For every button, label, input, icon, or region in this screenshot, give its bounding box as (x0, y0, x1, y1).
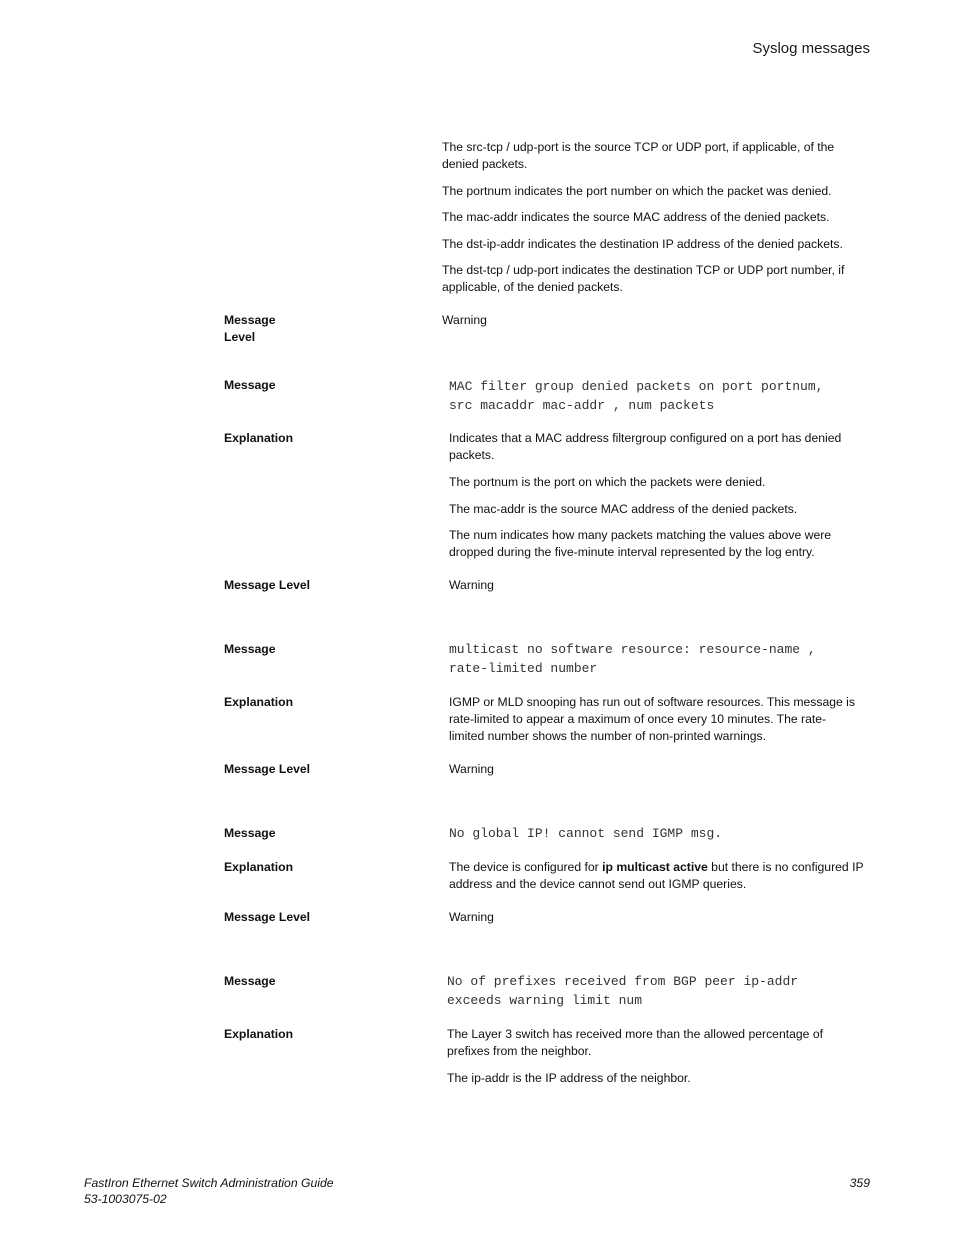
explanation-paragraph: The mac-addr is the source MAC address o… (449, 502, 798, 516)
intro-paragraph: The src-tcp / udp-port is the source TCP… (442, 140, 835, 171)
intro-paragraph: The portnum indicates the port number on… (442, 184, 832, 198)
explanation-label: Explanation (224, 695, 294, 709)
message-level-label: Message Level (224, 910, 311, 924)
message-text: multicast no software resource: resource… (449, 640, 816, 678)
message-line: exceeds warning limit num (447, 993, 643, 1008)
message-line: src macaddr mac-addr , num packets (449, 398, 715, 413)
message-line: rate-limited number (449, 661, 598, 676)
explanation-label: Explanation (224, 431, 294, 445)
message-level-value: Warning (449, 762, 494, 776)
label-line: Message (224, 313, 276, 327)
message-text: No global IP! cannot send IGMP msg. (449, 826, 723, 841)
message-line: multicast no software resource: resource… (449, 642, 816, 657)
section-title: Syslog messages (752, 40, 870, 57)
message-text: MAC filter group denied packets on port … (449, 377, 823, 415)
message-level-label: Message Level (224, 312, 276, 346)
explanation-paragraph: The num indicates how many packets match… (449, 528, 832, 559)
message-level-value: Warning (449, 910, 494, 924)
message-level-label: Message Level (224, 762, 311, 776)
message-label: Message (224, 378, 276, 392)
message-level-value: Warning (442, 313, 487, 327)
explanation-paragraph: Indicates that a MAC address filtergroup… (449, 431, 842, 462)
page-number: 359 (849, 1176, 870, 1190)
intro-paragraph: The mac-addr indicates the source MAC ad… (442, 210, 830, 224)
intro-paragraph: The dst-tcp / udp-port indicates the des… (442, 263, 845, 294)
message-line: No of prefixes received from BGP peer ip… (447, 974, 799, 989)
intro-paragraph: The dst-ip-addr indicates the destinatio… (442, 237, 843, 251)
explanation-label: Explanation (224, 860, 294, 874)
message-line: MAC filter group denied packets on port … (449, 379, 824, 394)
explanation-paragraph: IGMP or MLD snooping has run out of soft… (449, 695, 855, 743)
explanation-paragraph: The device is configured for ip multicas… (449, 859, 864, 893)
explanation-paragraph: The ip-addr is the IP address of the nei… (447, 1071, 691, 1085)
explanation-paragraph: The portnum is the port on which the pac… (449, 475, 766, 489)
footer-doc-info: FastIron Ethernet Switch Administration … (84, 1175, 334, 1207)
explanation-text: The device is configured for (449, 860, 603, 874)
message-text: No of prefixes received from BGP peer ip… (447, 972, 798, 1010)
guide-title: FastIron Ethernet Switch Administration … (84, 1176, 334, 1190)
message-label: Message (224, 642, 276, 656)
label-line: Level (224, 330, 256, 344)
explanation-paragraph: The Layer 3 switch has received more tha… (447, 1027, 823, 1058)
message-level-label: Message Level (224, 578, 311, 592)
doc-number: 53-1003075-02 (84, 1192, 167, 1206)
message-label: Message (224, 826, 276, 840)
explanation-label: Explanation (224, 1027, 294, 1041)
message-level-value: Warning (449, 578, 494, 592)
message-label: Message (224, 974, 276, 988)
command-keyword: ip multicast active (602, 860, 708, 874)
